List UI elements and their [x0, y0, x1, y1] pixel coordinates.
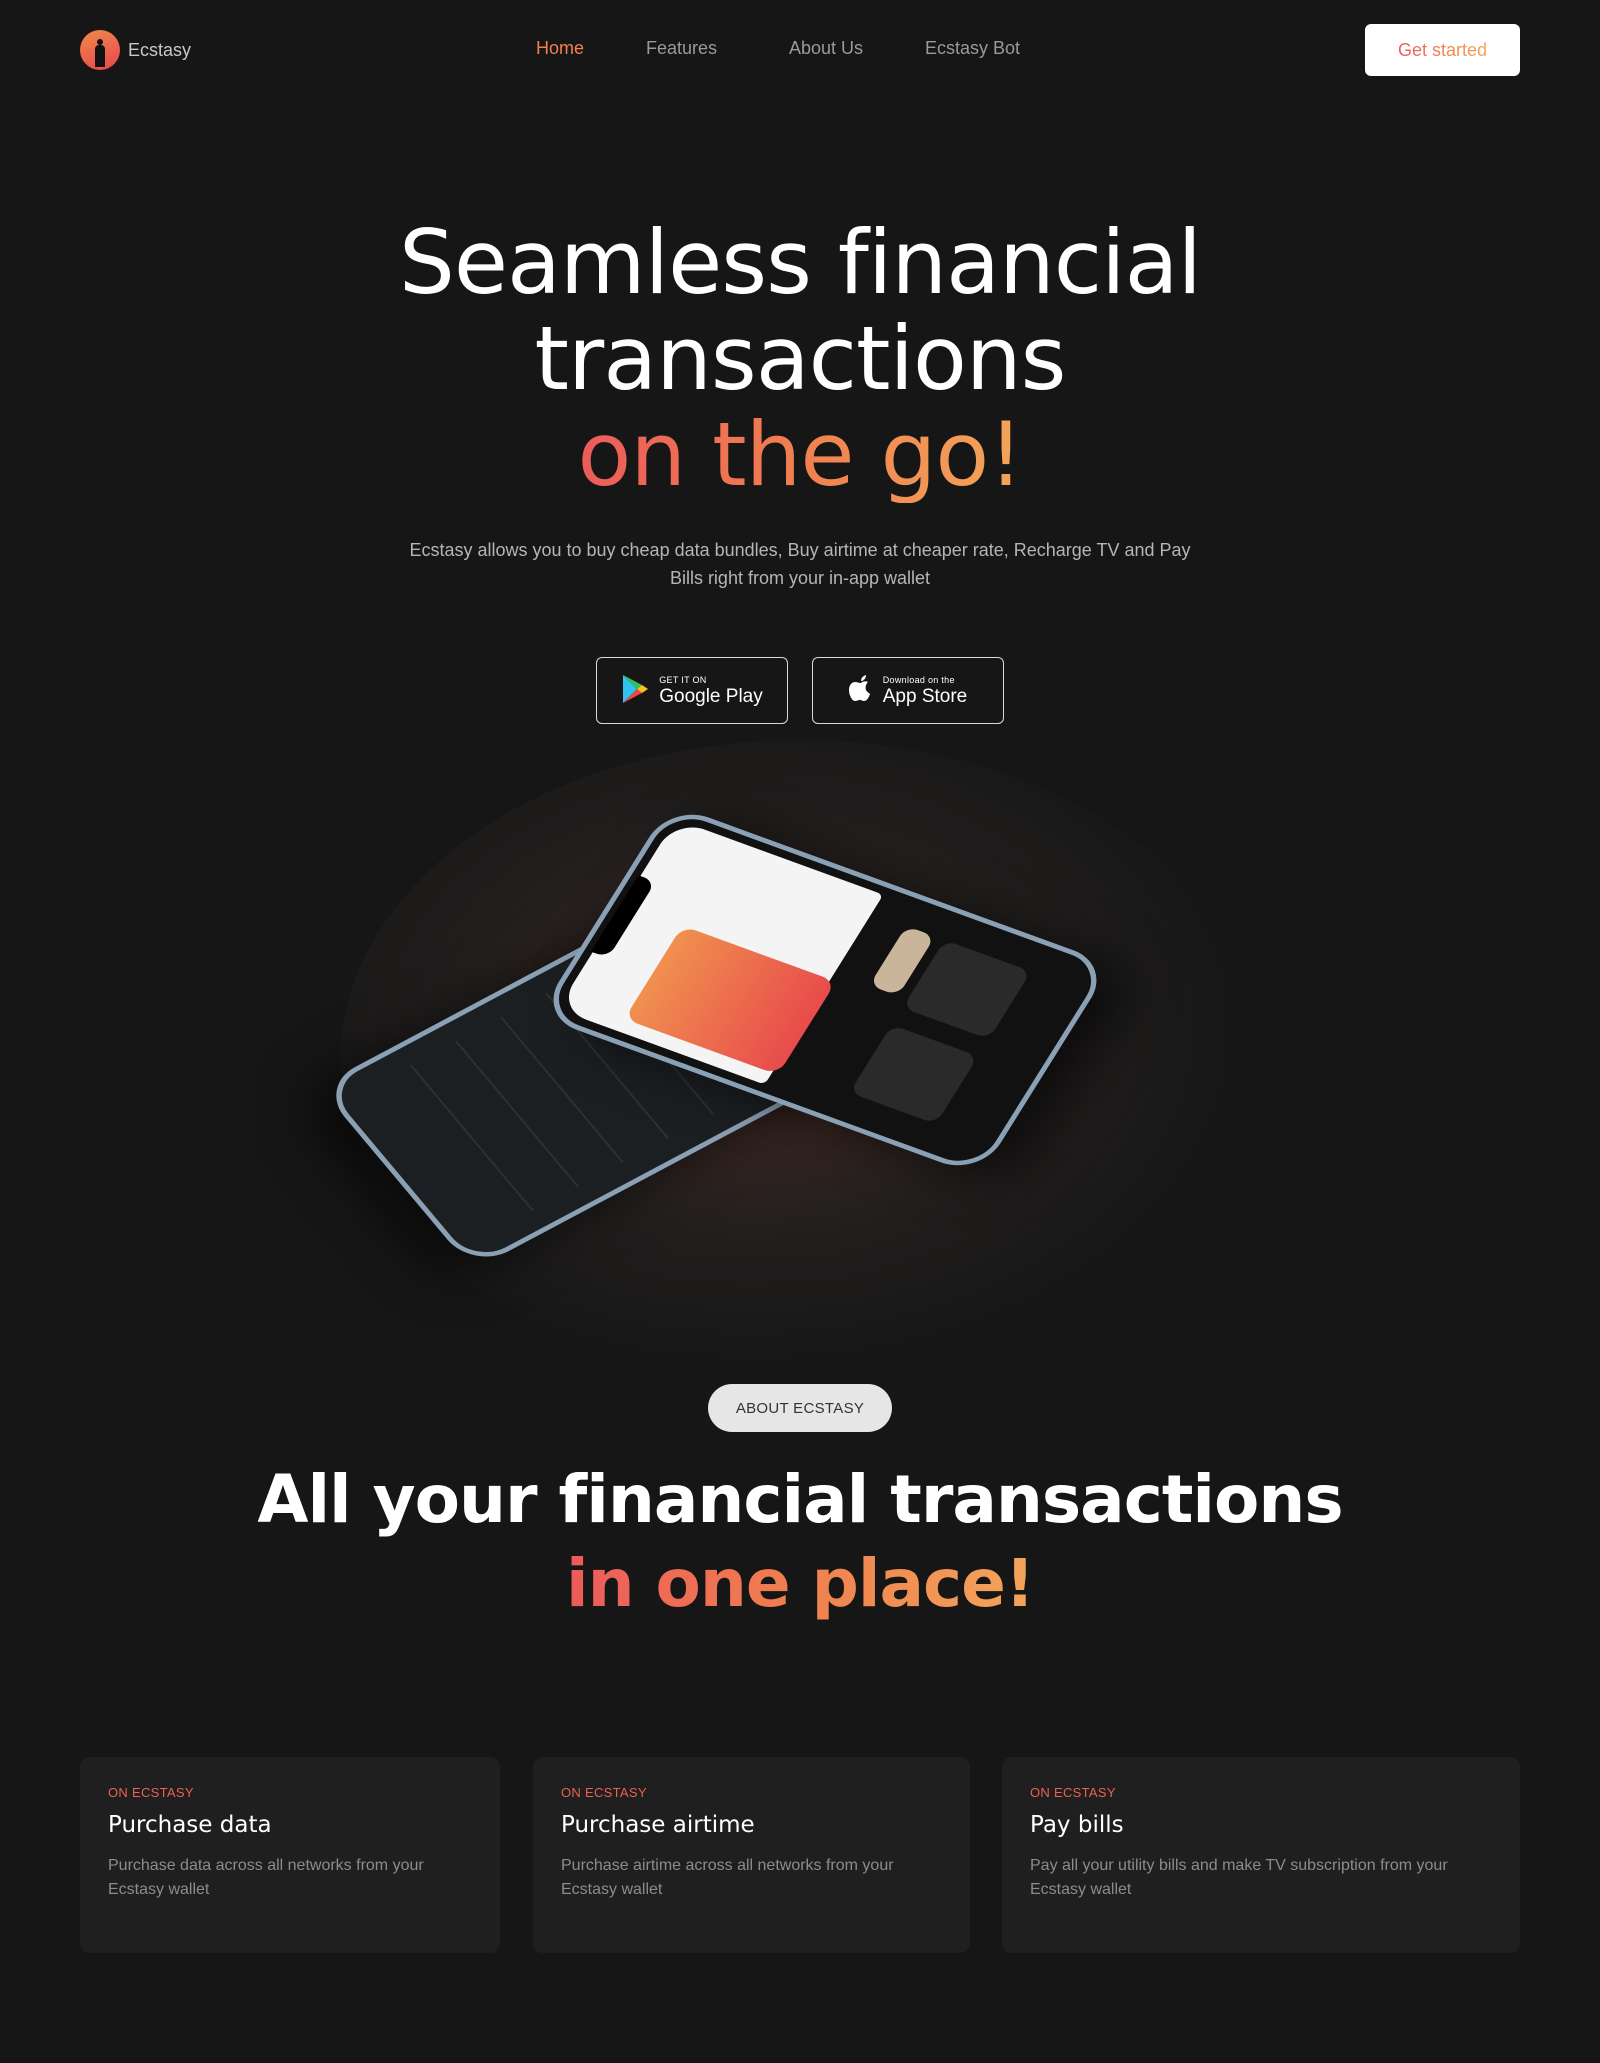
- hero-title: Seamless financial transactions on the g…: [0, 215, 1600, 503]
- google-play-small-text: GET IT ON: [659, 674, 707, 685]
- google-play-button[interactable]: GET IT ON Google Play: [596, 657, 788, 724]
- apple-icon: [848, 674, 873, 707]
- app-store-button[interactable]: Download on the App Store: [812, 657, 1004, 724]
- card-tag: ON ECSTASY: [561, 1785, 647, 1800]
- about-title-line1: All your financial transactions: [257, 1461, 1343, 1538]
- nav-link-home[interactable]: Home: [536, 38, 584, 59]
- hero-title-highlight: on the go!: [577, 403, 1024, 506]
- google-play-icon: [621, 674, 649, 708]
- feature-card-purchase-data: ON ECSTASY Purchase data Purchase data a…: [80, 1757, 500, 1953]
- about-title: All your financial transactions in one p…: [0, 1458, 1600, 1626]
- google-play-label: Google Play: [659, 685, 763, 707]
- feature-card-pay-bills: ON ECSTASY Pay bills Pay all your utilit…: [1002, 1757, 1520, 1953]
- get-started-label: Get started: [1397, 39, 1488, 60]
- nav-link-ecstasy-bot[interactable]: Ecstasy Bot: [925, 38, 1020, 59]
- hero-subtitle: Ecstasy allows you to buy cheap data bun…: [409, 540, 1191, 588]
- card-title: Purchase data: [108, 1812, 272, 1838]
- card-title: Purchase airtime: [561, 1812, 755, 1838]
- card-tag: ON ECSTASY: [1030, 1785, 1116, 1800]
- card-title: Pay bills: [1030, 1812, 1124, 1838]
- nav-link-about-us[interactable]: About Us: [789, 38, 863, 59]
- app-store-small-text: Download on the: [882, 674, 955, 685]
- card-description: Purchase data across all networks from y…: [108, 1857, 424, 1898]
- nav-link-features[interactable]: Features: [646, 38, 717, 59]
- about-pill-label: ABOUT ECSTASY: [735, 1399, 865, 1417]
- about-title-highlight: in one place!: [566, 1542, 1035, 1626]
- get-started-button[interactable]: Get started: [1365, 24, 1520, 76]
- card-description: Purchase airtime across all networks fro…: [561, 1857, 894, 1898]
- phone-mockup-image: [318, 800, 1240, 1271]
- top-nav: Ecstasy Home Features About Us Ecstasy B…: [0, 0, 1600, 100]
- hero-title-line1: Seamless financial: [398, 211, 1202, 314]
- card-description: Pay all your utility bills and make TV s…: [1030, 1857, 1448, 1898]
- card-tag: ON ECSTASY: [108, 1785, 194, 1800]
- app-store-label: App Store: [882, 685, 968, 707]
- about-pill: ABOUT ECSTASY: [708, 1384, 892, 1432]
- hero-title-line2: transactions: [534, 307, 1067, 410]
- feature-card-purchase-airtime: ON ECSTASY Purchase airtime Purchase air…: [533, 1757, 970, 1953]
- nav-links: Home Features About Us Ecstasy Bot: [0, 38, 1600, 62]
